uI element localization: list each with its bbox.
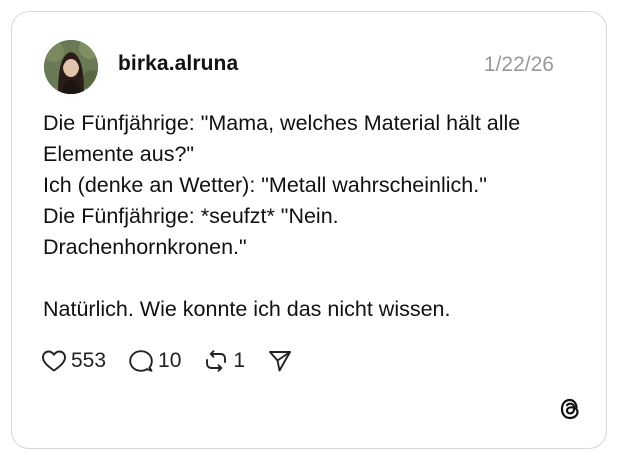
- post-date: 1/22/26: [483, 53, 554, 76]
- avatar[interactable]: [44, 40, 98, 94]
- heart-icon: [41, 349, 67, 373]
- action-bar: 553 10 1: [41, 346, 319, 376]
- reply-count: 10: [158, 349, 182, 372]
- share-button[interactable]: [267, 349, 297, 373]
- threads-logo-icon: [557, 396, 583, 422]
- post-card: birka.alruna 1/22/26 Die Fünfjährige: "M…: [11, 11, 607, 449]
- like-button[interactable]: 553: [41, 349, 106, 373]
- speech-bubble-icon: [128, 349, 154, 373]
- repost-button[interactable]: 1: [203, 349, 245, 373]
- like-count: 553: [71, 349, 107, 372]
- reply-button[interactable]: 10: [128, 349, 181, 373]
- post-line: Natürlich. Wie konnte ich das nicht wiss…: [43, 297, 451, 321]
- repost-icon: [203, 349, 229, 373]
- post-line: Ich (denke an Wetter): "Metall wahrschei…: [43, 173, 487, 197]
- post-line: Drachenhornkronen.": [43, 235, 247, 259]
- post-line: Die Fünfjährige: "Mama, welches Material…: [43, 111, 521, 135]
- post-line: Die Fünfjährige: *seufzt* "Nein.: [43, 204, 339, 228]
- paragraph-break: [43, 263, 583, 294]
- post-text: Die Fünfjährige: "Mama, welches Material…: [43, 108, 583, 325]
- post-line: Elemente aus?": [43, 142, 195, 166]
- avatar-photo: [44, 40, 98, 94]
- repost-count: 1: [233, 349, 246, 372]
- username[interactable]: birka.alruna: [118, 52, 238, 76]
- send-icon: [267, 349, 293, 373]
